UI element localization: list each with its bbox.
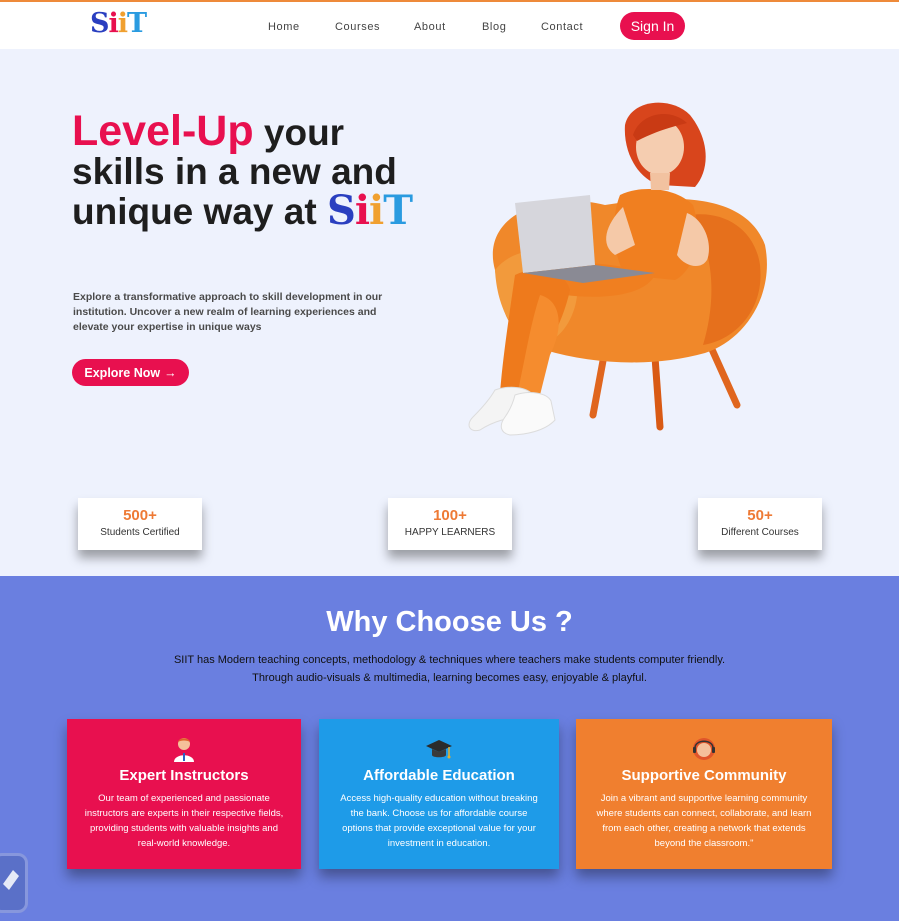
feature-card-community[interactable]: Supportive Community Join a vibrant and …: [576, 719, 832, 869]
stat-number: 500+: [123, 507, 157, 524]
floating-edit-button[interactable]: [0, 853, 28, 913]
card-text: Access high-quality education without br…: [340, 793, 538, 849]
brand-letter: i: [369, 187, 384, 234]
stat-number: 50+: [747, 507, 773, 524]
support-agent-icon: [693, 738, 715, 760]
stat-card-learners: 100+ HAPPY LEARNERS: [388, 498, 512, 550]
hero-title-accent: Level-Up: [72, 107, 254, 155]
card-title: Affordable Education: [363, 767, 515, 784]
sign-in-button[interactable]: Sign In: [620, 12, 685, 40]
student-laptop-illustration: [468, 102, 767, 436]
nav-link-courses[interactable]: Courses: [335, 21, 380, 33]
site-logo[interactable]: SiiT: [90, 8, 147, 39]
stat-label: Students Certified: [100, 527, 180, 538]
card-title: Supportive Community: [621, 767, 787, 784]
card-text: Our team of experienced and passionate i…: [84, 793, 284, 849]
arrow-right-icon: →: [164, 365, 177, 380]
navbar: SiiT Home Courses About Blog Contact Sig…: [0, 2, 899, 49]
stat-card-courses: 50+ Different Courses: [698, 498, 822, 550]
subtitle-line: Through audio-visuals & multimedia, lear…: [252, 672, 647, 684]
pencil-icon: [3, 870, 19, 890]
brand-letter: S: [326, 187, 356, 234]
logo-letter: i: [117, 8, 128, 39]
section-title: Why Choose Us ?: [326, 606, 573, 638]
feature-card-affordable[interactable]: Affordable Education Access high-quality…: [319, 719, 559, 869]
hero-brand-logo: SiiT: [326, 187, 413, 234]
hero-title: Level-Up your skills in a new and unique…: [72, 110, 413, 234]
nav-link-home[interactable]: Home: [268, 21, 300, 33]
graduation-cap-icon: [426, 740, 452, 759]
logo-letter: i: [108, 8, 119, 39]
section-subtitle: SIIT has Modern teaching concepts, metho…: [0, 651, 899, 687]
stat-label: Different Courses: [721, 527, 799, 538]
stat-number: 100+: [433, 507, 467, 524]
feature-card-instructors[interactable]: Expert Instructors Our team of experienc…: [67, 719, 301, 869]
brand-letter: i: [354, 187, 370, 234]
card-text: Join a vibrant and supportive learning c…: [596, 793, 812, 849]
nav-link-about[interactable]: About: [414, 21, 446, 33]
explore-now-label: Explore Now: [84, 365, 161, 380]
brand-letter: T: [383, 187, 413, 234]
hero-description: Explore a transformative approach to ski…: [73, 291, 383, 333]
nav-link-blog[interactable]: Blog: [482, 21, 506, 33]
teacher-icon: [174, 738, 194, 762]
explore-now-button[interactable]: Explore Now →: [72, 359, 189, 386]
subtitle-line: SIIT has Modern teaching concepts, metho…: [173, 654, 726, 666]
stat-label: HAPPY LEARNERS: [404, 527, 496, 538]
nav-link-contact[interactable]: Contact: [541, 21, 583, 33]
why-choose-us-section: Why Choose Us ? SIIT has Modern teaching…: [0, 576, 899, 921]
card-title: Expert Instructors: [119, 767, 249, 784]
stat-card-students: 500+ Students Certified: [78, 498, 202, 550]
logo-letter: T: [127, 8, 147, 39]
logo-letter: S: [90, 8, 109, 39]
